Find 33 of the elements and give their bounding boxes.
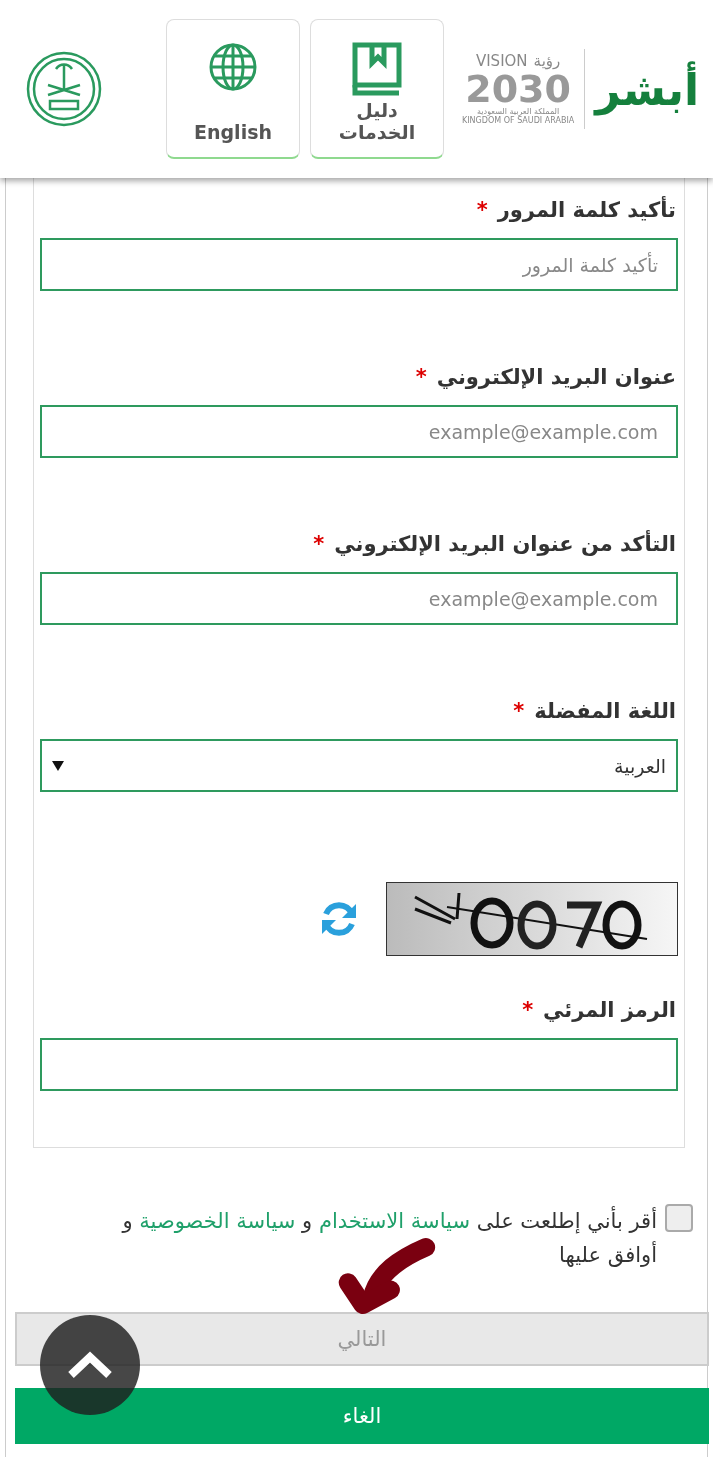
dropdown-arrow-icon bbox=[52, 760, 64, 771]
privacy-link[interactable]: سياسة الخصوصية bbox=[139, 1209, 296, 1233]
required-mark: * bbox=[415, 365, 427, 389]
logo-text: 2030 bbox=[465, 70, 571, 109]
field-label: تأكيد كلمة المرور bbox=[497, 198, 676, 222]
field-label: التأكد من عنوان البريد الإلكتروني bbox=[334, 532, 676, 556]
logo-text: رؤية bbox=[533, 52, 561, 71]
field-label: عنوان البريد الإلكتروني bbox=[436, 365, 676, 389]
input-field[interactable]: example@example.com bbox=[40, 572, 678, 625]
required-mark: * bbox=[313, 532, 325, 556]
language-button[interactable]: English bbox=[166, 19, 300, 159]
chevron-up-icon bbox=[67, 1351, 113, 1379]
field-label: الرمز المرئي bbox=[543, 998, 676, 1022]
logo-text: أبشر bbox=[595, 63, 699, 115]
language-select[interactable]: العربية bbox=[40, 739, 678, 792]
logo-text: KINGDOM OF SAUDI ARABIA bbox=[462, 117, 575, 126]
agree-checkbox[interactable] bbox=[665, 1204, 693, 1232]
logo-text: المملكة العربية السعودية bbox=[477, 108, 560, 117]
logo-text: VISION bbox=[475, 52, 528, 71]
terms-link[interactable]: سياسة الاستخدام bbox=[318, 1209, 470, 1233]
service-guide-button[interactable]: دليل الخدمات bbox=[310, 19, 444, 159]
input-field[interactable]: تأكيد كلمة المرور bbox=[40, 238, 678, 291]
required-mark: * bbox=[513, 699, 525, 723]
field-label: اللغة المفضلة bbox=[534, 699, 676, 723]
emblem-icon bbox=[26, 51, 102, 127]
required-mark: * bbox=[476, 198, 488, 222]
cancel-button[interactable]: الغاء bbox=[15, 1388, 709, 1444]
globe-icon bbox=[208, 42, 258, 92]
agreement-text: أقر بأني إطلعت على سياسة الاستخدام و سياسة الخصوصية و أوافق عليها bbox=[97, 1204, 657, 1272]
input-field[interactable] bbox=[40, 1038, 678, 1091]
required-mark: * bbox=[522, 998, 534, 1022]
input-field[interactable]: example@example.com bbox=[40, 405, 678, 458]
book-icon bbox=[352, 42, 402, 96]
